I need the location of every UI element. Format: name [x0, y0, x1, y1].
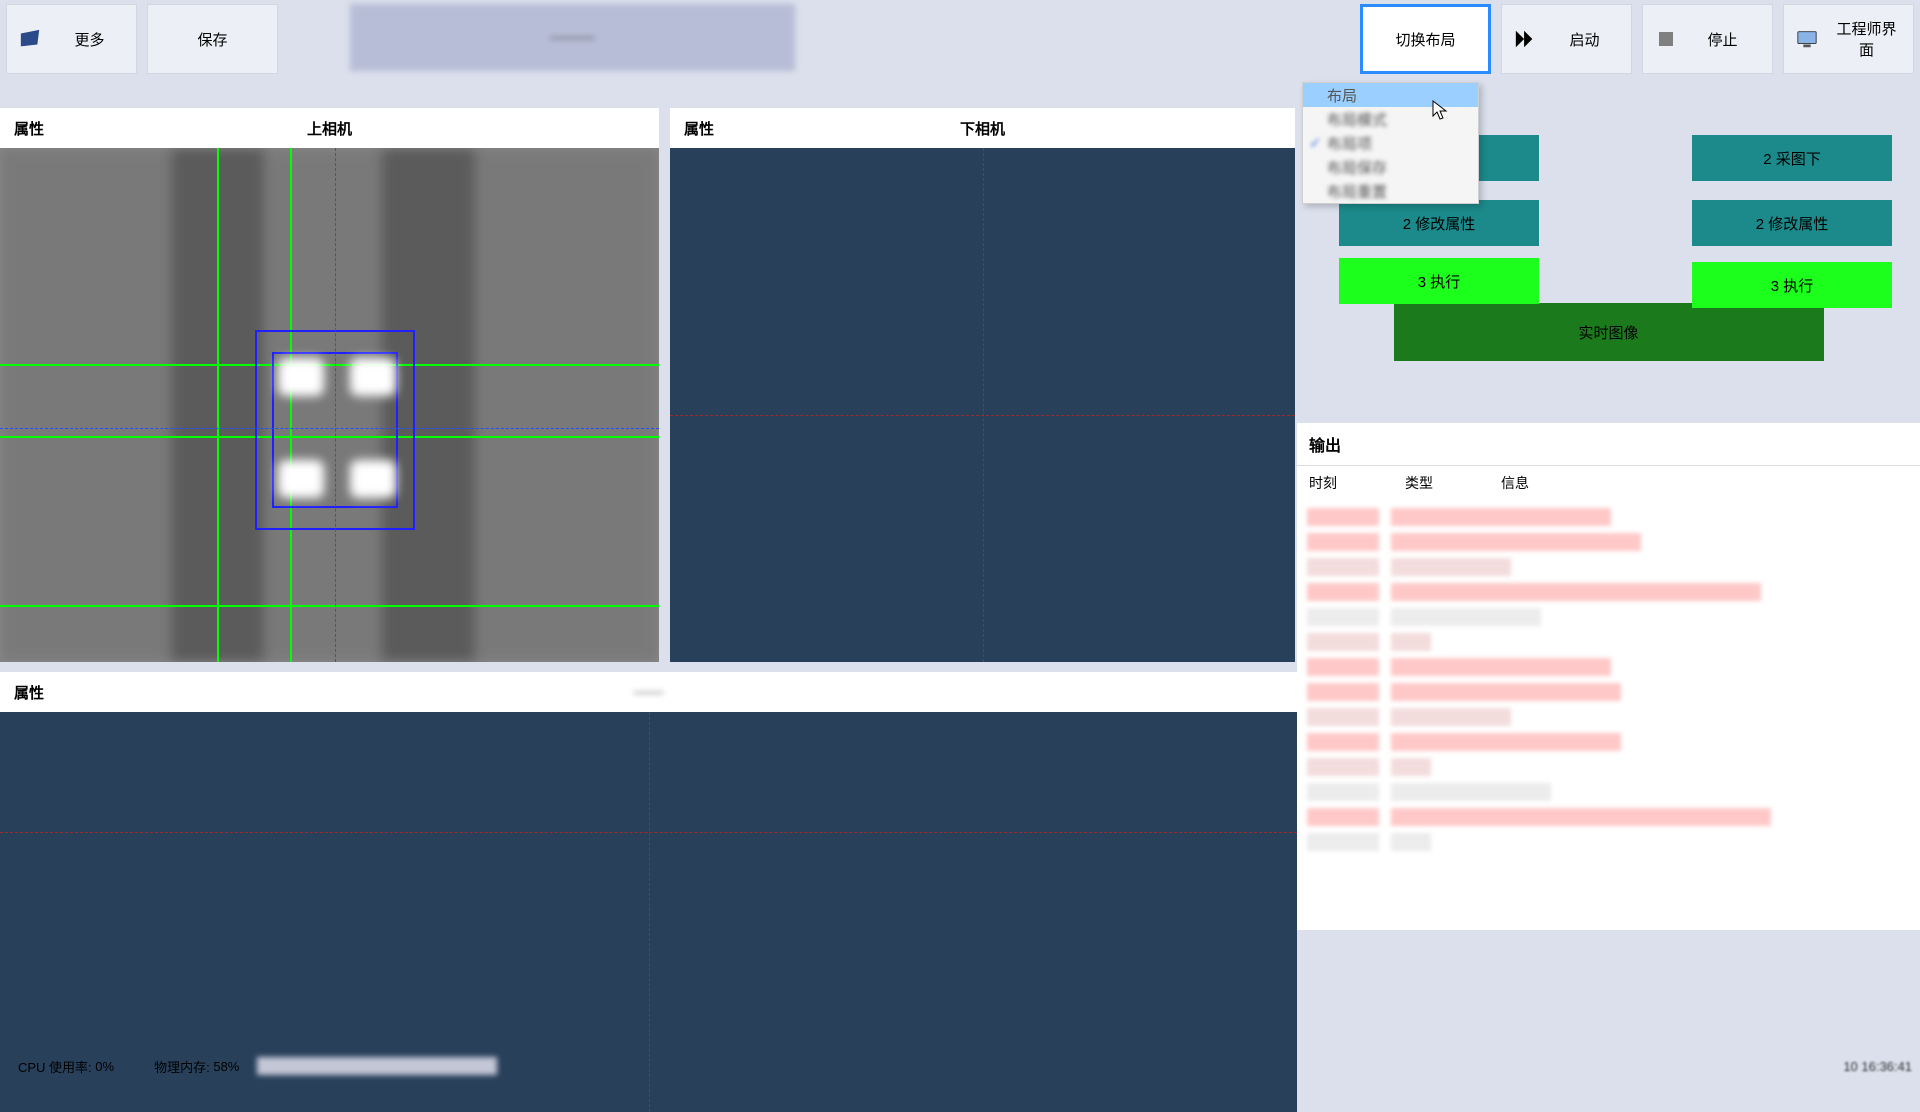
cpu-value: 0%	[95, 1059, 114, 1074]
dropdown-item[interactable]: 布局重置	[1303, 179, 1478, 203]
camera-header: 属性 下相机	[670, 108, 1295, 148]
stop-icon	[1659, 32, 1673, 46]
output-header: 时刻 类型 信息	[1297, 466, 1920, 500]
dropdown-item[interactable]: 布局项	[1303, 131, 1478, 155]
output-row[interactable]	[1307, 531, 1910, 553]
stop-button[interactable]: 停止	[1642, 4, 1773, 74]
camera-title: 上相机	[0, 118, 659, 139]
status-bar: CPU 使用率: 0% 物理内存: 58% 10 16:36:41	[0, 1052, 1920, 1080]
camera-title: 下相机	[670, 118, 1295, 139]
output-row[interactable]	[1307, 781, 1910, 803]
camera-pane-top-right: 属性 下相机	[670, 108, 1295, 662]
mem-value: 58%	[213, 1059, 239, 1074]
execute-bottom-button[interactable]: 3 执行	[1692, 262, 1892, 308]
camera-pane-top-left: 属性 上相机	[0, 108, 659, 662]
dropdown-item[interactable]: 布局	[1303, 83, 1478, 107]
col-time: 时刻	[1309, 473, 1337, 493]
monitor-icon	[1794, 26, 1820, 52]
col-msg: 信息	[1501, 473, 1529, 493]
output-row[interactable]	[1307, 731, 1910, 753]
camera-title: ——	[0, 684, 1297, 701]
realtime-image-button[interactable]: 实时图像	[1394, 303, 1824, 361]
output-row[interactable]	[1307, 556, 1910, 578]
camera-header: 属性 ——	[0, 672, 1297, 712]
realtime-image-label: 实时图像	[1578, 322, 1638, 343]
start-label: 启动	[1548, 29, 1621, 50]
capture-bottom-button[interactable]: 2 采图下	[1692, 135, 1892, 181]
camera-area: 属性 上相机 属性 下相机	[0, 108, 1297, 1048]
output-row[interactable]	[1307, 656, 1910, 678]
execute-top-button[interactable]: 3 执行	[1339, 258, 1539, 304]
output-row[interactable]	[1307, 706, 1910, 728]
output-row[interactable]	[1307, 606, 1910, 628]
more-button[interactable]: 更多	[6, 4, 137, 74]
stop-label: 停止	[1683, 29, 1762, 50]
dropdown-item[interactable]: 布局保存	[1303, 155, 1478, 179]
output-row[interactable]	[1307, 806, 1910, 828]
output-row[interactable]	[1307, 681, 1910, 703]
status-extra	[257, 1057, 497, 1075]
start-button[interactable]: 启动	[1501, 4, 1632, 74]
more-label: 更多	[53, 29, 126, 50]
dropdown-item[interactable]: 布局模式	[1303, 107, 1478, 131]
output-row[interactable]	[1307, 756, 1910, 778]
cursor-icon	[1432, 100, 1448, 120]
output-panel: 输出 时刻 类型 信息	[1297, 423, 1920, 930]
camera-header: 属性 上相机	[0, 108, 659, 148]
toolbar: 更多 保存 ——— 切换布局 启动 停止 工程师界面	[0, 0, 1920, 78]
modify-attr-bottom-button[interactable]: 2 修改属性	[1692, 200, 1892, 246]
camera-pane-bottom: 属性 ——	[0, 672, 1297, 1112]
save-button[interactable]: 保存	[147, 4, 278, 74]
right-panel: 布局 布局模式 布局项 布局保存 布局重置 1 采图上 2 修改属性 3 执行 …	[1297, 80, 1920, 930]
output-row[interactable]	[1307, 506, 1910, 528]
output-row[interactable]	[1307, 831, 1910, 853]
engineer-label: 工程师界面	[1830, 18, 1903, 60]
switch-layout-label: 切换布局	[1373, 29, 1478, 50]
layout-dropdown[interactable]: 布局 布局模式 布局项 布局保存 布局重置	[1302, 82, 1479, 204]
layout-selector-value: ———	[550, 29, 595, 46]
output-title: 输出	[1297, 423, 1920, 466]
layout-selector[interactable]: ———	[350, 4, 795, 71]
camera-view-top[interactable]	[0, 148, 659, 662]
cpu-label: CPU 使用率:	[18, 1057, 92, 1076]
output-row[interactable]	[1307, 631, 1910, 653]
modify-attr-top-button[interactable]: 2 修改属性	[1339, 200, 1539, 246]
engineer-button[interactable]: 工程师界面	[1783, 4, 1914, 74]
save-label: 保存	[158, 29, 267, 50]
switch-layout-button[interactable]: 切换布局	[1360, 4, 1491, 74]
mem-label: 物理内存:	[154, 1057, 210, 1076]
output-row[interactable]	[1307, 581, 1910, 603]
col-type: 类型	[1405, 473, 1433, 493]
status-time: 10 16:36:41	[1843, 1059, 1912, 1074]
output-rows[interactable]	[1297, 500, 1920, 930]
camera-view-bottom[interactable]	[670, 148, 1295, 662]
play-forward-icon	[1512, 26, 1538, 52]
more-icon	[17, 26, 43, 52]
